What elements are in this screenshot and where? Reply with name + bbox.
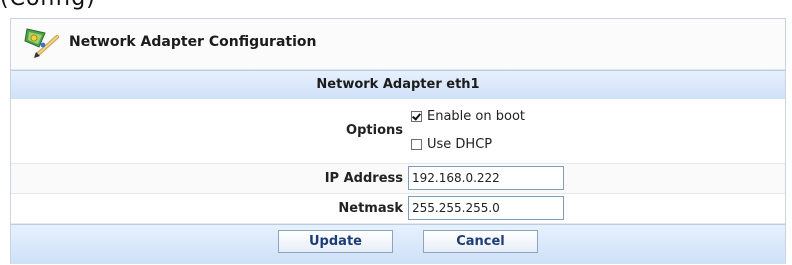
section-title: Network Adapter eth1 (316, 77, 480, 92)
panel-header: Network Adapter Configuration (11, 19, 785, 70)
options-label: Options (346, 123, 403, 138)
ip-address-label: IP Address (324, 171, 403, 186)
action-bar: Update Cancel (11, 224, 785, 264)
section-header: Network Adapter eth1 (11, 70, 785, 100)
page: (Config) Network Adapter Configuration N… (0, 0, 792, 265)
enable-on-boot-label[interactable]: Enable on boot (427, 109, 525, 124)
use-dhcp-checkbox[interactable] (411, 139, 422, 150)
netmask-row: Netmask (11, 194, 785, 224)
config-panel: Network Adapter Configuration Network Ad… (10, 18, 786, 264)
top-cut-text: (Config) (0, 0, 96, 11)
ip-address-row: IP Address (11, 164, 785, 194)
ip-address-input[interactable] (408, 166, 564, 190)
enable-on-boot-checkbox[interactable] (411, 111, 422, 122)
enable-on-boot-option[interactable]: Enable on boot (411, 109, 525, 124)
use-dhcp-option[interactable]: Use DHCP (411, 137, 492, 152)
network-pencil-icon (23, 25, 63, 59)
page-title: Network Adapter Configuration (69, 34, 317, 50)
netmask-label: Netmask (338, 201, 403, 216)
update-button[interactable]: Update (278, 230, 393, 253)
use-dhcp-label[interactable]: Use DHCP (427, 137, 492, 152)
options-row: Options Enable on boot Use DHCP (11, 99, 785, 164)
netmask-input[interactable] (408, 196, 564, 220)
cancel-button[interactable]: Cancel (423, 230, 538, 253)
